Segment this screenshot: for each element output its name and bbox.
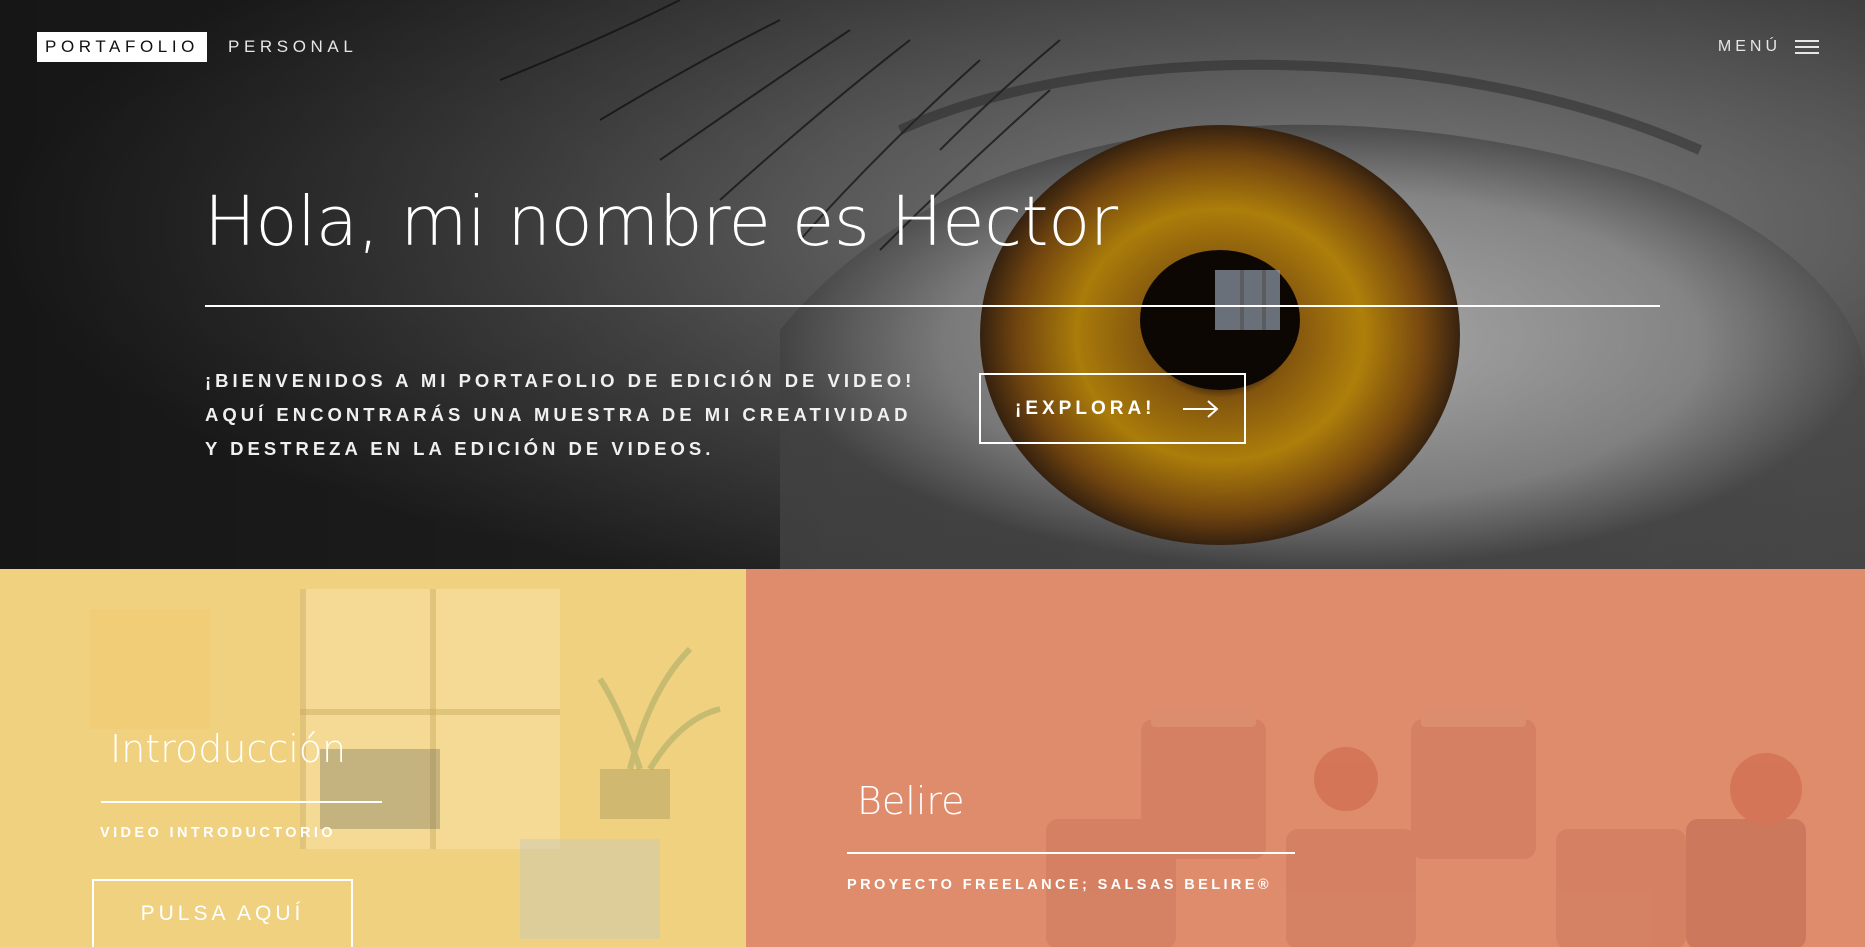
arrow-right-icon[interactable] [1182,399,1220,419]
logo-portafolio[interactable]: PORTAFOLIO [37,32,208,62]
top-navigation-bar: PORTAFOLIO PERSONAL MENÚ [0,0,1865,95]
menu-button[interactable]: MENÚ [1718,32,1819,62]
hero-intro-text: ¡BIENVENIDOS A MI PORTAFOLIO DE EDICIÓN … [205,364,915,466]
logo-subtitle[interactable]: PERSONAL [228,32,357,62]
project-subtitle: VIDEO INTRODUCTORIO [100,825,336,841]
pulsa-aqui-button[interactable]: PULSA AQUÍ [92,879,353,947]
project-card-belire[interactable]: Belire PROYECTO FREELANCE; SALSAS BELIRE… [746,569,1865,947]
menu-label[interactable]: MENÚ [1718,38,1781,56]
project-title: Belire [857,779,965,823]
pulsa-aqui-label[interactable]: PULSA AQUÍ [141,902,305,926]
project-divider [101,801,382,803]
intro-line: Y DESTREZA EN LA EDICIÓN DE VIDEOS. [205,438,715,459]
project-title: Introducción [110,727,347,771]
project-subtitle: PROYECTO FREELANCE; SALSAS BELIRE® [847,877,1272,893]
intro-line: ¡BIENVENIDOS A MI PORTAFOLIO DE EDICIÓN … [205,370,916,391]
project-divider [847,852,1295,854]
hero-divider [205,305,1660,307]
hero-title: Hola, mi nombre es Hector [204,182,1118,262]
explore-button[interactable]: ¡EXPLORA! [979,373,1246,444]
explore-button-label[interactable]: ¡EXPLORA! [1015,398,1156,420]
hero-section: PORTAFOLIO PERSONAL MENÚ Hola, mi nombre… [0,0,1865,569]
hamburger-icon[interactable] [1795,40,1819,54]
intro-line: AQUÍ ENCONTRARÁS UNA MUESTRA DE MI CREAT… [205,404,912,425]
